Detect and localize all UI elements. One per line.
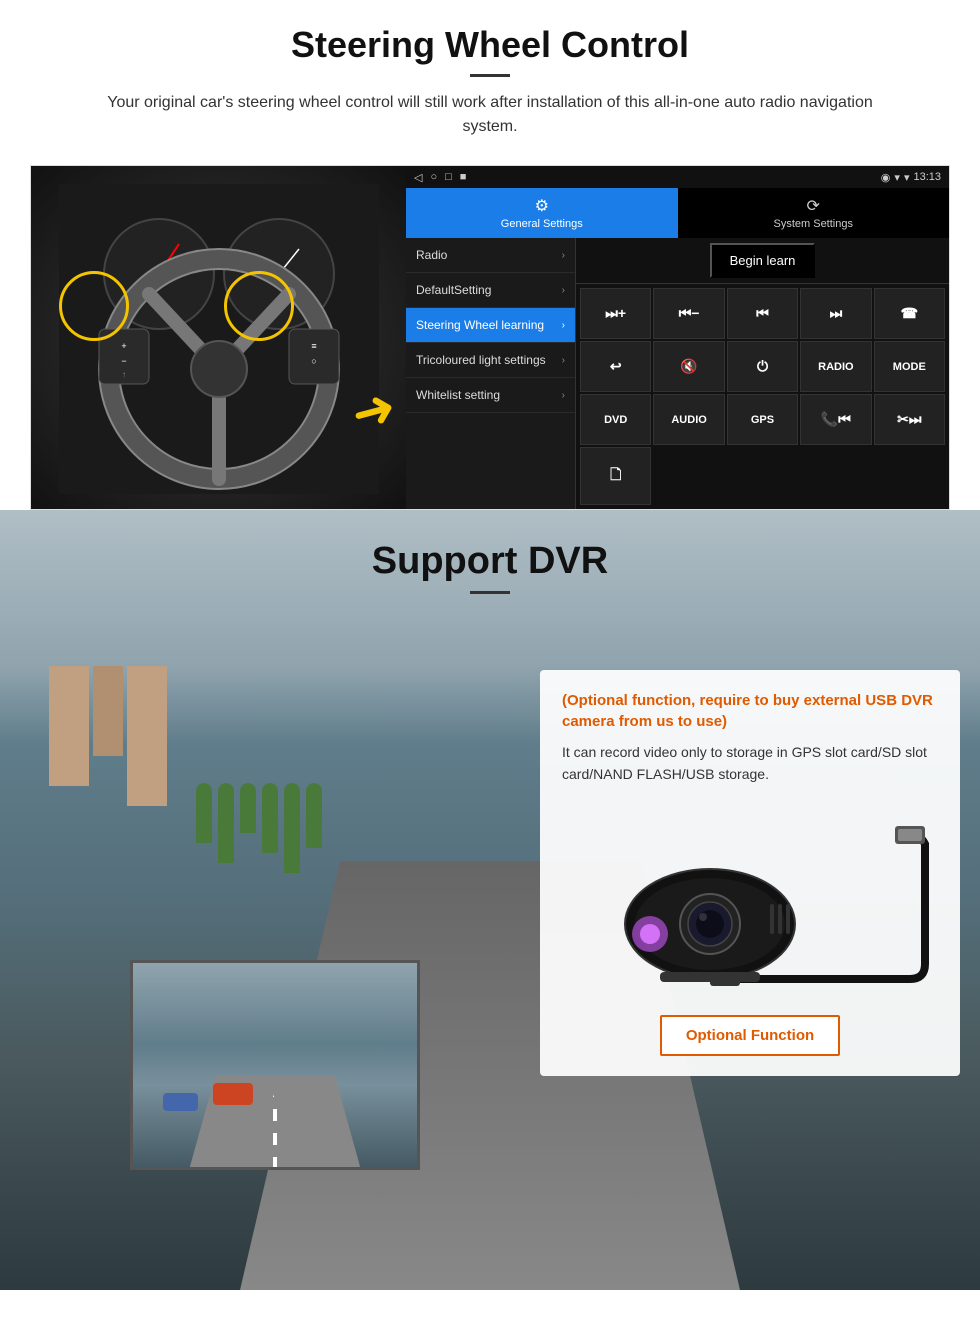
menu-item-radio[interactable]: Radio › <box>406 238 575 273</box>
tab-general-settings[interactable]: ⚙ General Settings <box>406 188 678 238</box>
tree-3 <box>240 783 256 833</box>
svg-text:≡: ≡ <box>311 341 316 351</box>
building-1 <box>49 666 89 786</box>
optional-function-button[interactable]: Optional Function <box>660 1015 840 1056</box>
chevron-right-icon-4: › <box>562 355 565 366</box>
menu-defaultsetting-label: DefaultSetting <box>416 283 491 297</box>
tree-6 <box>306 783 322 848</box>
android-side-menu: Radio › DefaultSetting › Steering Wheel … <box>406 238 576 509</box>
svg-text:−: − <box>121 356 126 366</box>
dvr-preview-image <box>130 960 420 1170</box>
tab-system-label: System Settings <box>774 218 853 230</box>
ctrl-audio[interactable]: AUDIO <box>653 394 724 445</box>
svg-text:○: ○ <box>311 356 316 366</box>
tab-system-settings[interactable]: ⟳ System Settings <box>678 188 950 238</box>
menu-whitelist-label: Whitelist setting <box>416 388 500 402</box>
yellow-highlight-right <box>224 271 294 341</box>
ctrl-vol-down[interactable]: ⏮− <box>653 288 724 339</box>
ctrl-power[interactable]: ⏻ <box>727 341 798 392</box>
recents-icon[interactable]: □ <box>445 171 452 184</box>
dvr-preview-scene <box>133 963 417 1167</box>
android-content: Radio › DefaultSetting › Steering Wheel … <box>406 238 949 509</box>
ctrl-vol-up[interactable]: ⏭+ <box>580 288 651 339</box>
time-display: 13:13 <box>913 171 941 183</box>
steering-wheel-section: Steering Wheel Control Your original car… <box>0 0 980 510</box>
tree-2 <box>218 783 234 863</box>
dvr-camera-image <box>562 799 938 999</box>
dvr-section: Support DVR (Optional function, require … <box>0 510 980 1290</box>
back-icon[interactable]: ◁ <box>414 171 422 184</box>
android-main-panel: Begin learn ⏭+ ⏮− ⏮ ⏭ ☎ ↩ 🔇 ⏻ RADIO MODE… <box>576 238 949 509</box>
refresh-icon: ⟳ <box>807 196 820 216</box>
ctrl-prev-track[interactable]: ⏮ <box>727 288 798 339</box>
chevron-right-icon-3: › <box>562 320 565 331</box>
chevron-right-icon-5: › <box>562 390 565 401</box>
steering-description: Your original car's steering wheel contr… <box>80 91 900 139</box>
svg-text:+: + <box>121 341 126 351</box>
ctrl-next-track[interactable]: ⏭ <box>800 288 871 339</box>
menu-steering-label: Steering Wheel learning <box>416 318 544 332</box>
begin-learn-button[interactable]: Begin learn <box>710 243 816 278</box>
menu-item-steering-wheel[interactable]: Steering Wheel learning › <box>406 308 575 343</box>
ctrl-mode[interactable]: MODE <box>874 341 945 392</box>
dvr-divider <box>470 591 510 594</box>
ctrl-radio[interactable]: RADIO <box>800 341 871 392</box>
ctrl-dvd[interactable]: DVD <box>580 394 651 445</box>
steering-wheel-photo: + − ↑ ≡ ○ ➜ <box>31 166 406 510</box>
ctrl-back[interactable]: ↩ <box>580 341 651 392</box>
begin-learn-row: Begin learn <box>576 238 949 284</box>
location-icon: ◉ <box>881 171 891 184</box>
menu-item-default-setting[interactable]: DefaultSetting › <box>406 273 575 308</box>
dvr-description: It can record video only to storage in G… <box>562 742 938 785</box>
tab-general-label: General Settings <box>501 218 583 230</box>
control-buttons-grid: ⏭+ ⏮− ⏮ ⏭ ☎ ↩ 🔇 ⏻ RADIO MODE DVD AUDIO G… <box>576 284 949 509</box>
divider <box>470 74 510 77</box>
menu-tricoloured-label: Tricoloured light settings <box>416 353 546 367</box>
ctrl-extra[interactable]: 🗋 <box>580 447 651 505</box>
menu-radio-label: Radio <box>416 248 447 262</box>
android-ui-panel: ◁ ○ □ ■ ◉ ▾ ▾ 13:13 ⚙ General Settings <box>406 166 949 509</box>
nav-icons: ◁ ○ □ ■ <box>414 171 466 184</box>
dvr-trees <box>196 783 322 873</box>
android-statusbar: ◁ ○ □ ■ ◉ ▾ ▾ 13:13 <box>406 166 949 188</box>
dvr-info-card: (Optional function, require to buy exter… <box>540 670 960 1076</box>
svg-text:↑: ↑ <box>122 370 126 379</box>
yellow-highlight-left <box>59 271 129 341</box>
menu-item-tricoloured[interactable]: Tricoloured light settings › <box>406 343 575 378</box>
ctrl-phone[interactable]: ☎ <box>874 288 945 339</box>
ctrl-phone-prev[interactable]: 📞⏮ <box>800 394 871 445</box>
steering-demo-block: + − ↑ ≡ ○ ➜ ◁ ○ <box>30 165 950 510</box>
ctrl-mute[interactable]: 🔇 <box>653 341 724 392</box>
menu-item-whitelist[interactable]: Whitelist setting › <box>406 378 575 413</box>
signal-icon: ▾ <box>894 171 900 184</box>
gear-icon: ⚙ <box>535 196 549 216</box>
tree-5 <box>284 783 300 873</box>
dvr-background: Support DVR (Optional function, require … <box>0 510 980 1290</box>
home-icon[interactable]: ○ <box>430 171 437 184</box>
tree-4 <box>262 783 278 853</box>
status-right: ◉ ▾ ▾ 13:13 <box>881 171 941 184</box>
building-3 <box>127 666 167 806</box>
dvr-title: Support DVR <box>0 540 980 583</box>
building-2 <box>93 666 123 756</box>
chevron-right-icon: › <box>562 250 565 261</box>
ctrl-cut-next[interactable]: ✂⏭ <box>874 394 945 445</box>
menu-icon[interactable]: ■ <box>460 171 467 184</box>
dvr-header-overlay: Support DVR <box>0 540 980 602</box>
steering-header: Steering Wheel Control Your original car… <box>0 0 980 149</box>
tree-1 <box>196 783 212 843</box>
wifi-icon: ▾ <box>904 171 910 184</box>
android-tabs: ⚙ General Settings ⟳ System Settings <box>406 188 949 238</box>
preview-vehicles-svg <box>133 963 417 1167</box>
dvr-optional-text: (Optional function, require to buy exter… <box>562 690 938 732</box>
dvr-buildings <box>49 666 167 806</box>
ctrl-gps[interactable]: GPS <box>727 394 798 445</box>
dvr-camera-svg <box>570 804 930 994</box>
steering-title: Steering Wheel Control <box>60 24 920 66</box>
chevron-right-icon-2: › <box>562 285 565 296</box>
